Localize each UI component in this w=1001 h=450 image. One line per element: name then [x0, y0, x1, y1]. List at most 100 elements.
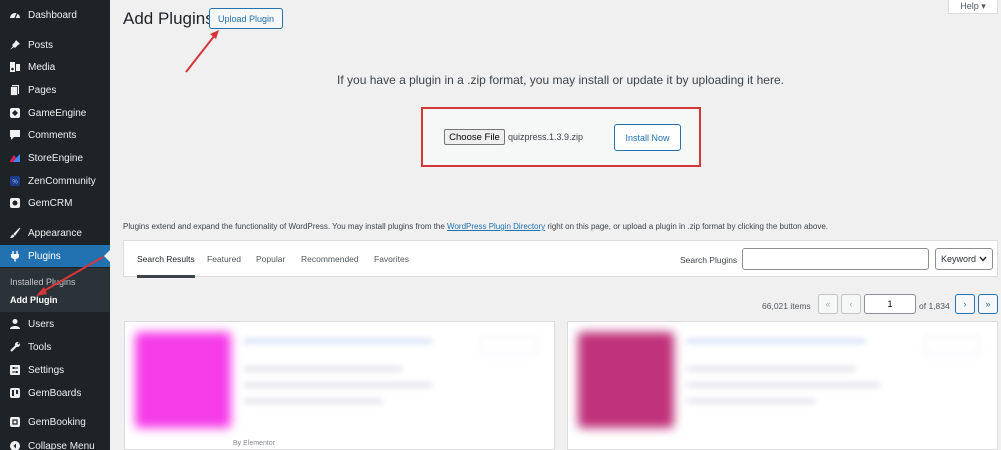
sidebar-item-label: Media: [28, 61, 56, 73]
total-pages: of 1,834: [919, 301, 950, 311]
sidebar-item-label: GemBoards: [28, 387, 82, 399]
install-now-button[interactable]: Install Now: [614, 124, 681, 151]
sidebar-item-media[interactable]: Media: [0, 56, 110, 78]
selected-file-name: quizpress.1.3.9.zip: [508, 132, 584, 142]
tab-recommended[interactable]: Recommended: [301, 254, 359, 264]
sidebar-item-label: Tools: [28, 341, 52, 353]
last-page-button[interactable]: »: [978, 294, 998, 314]
sidebar-item-label: Comments: [28, 129, 77, 141]
tab-featured[interactable]: Featured: [207, 254, 241, 264]
sidebar-item-comments[interactable]: Comments: [0, 124, 110, 146]
sidebar-item-dashboard[interactable]: Dashboard: [0, 4, 110, 26]
gembooking-icon: [8, 415, 22, 429]
sidebar-item-label: GemCRM: [28, 197, 73, 209]
tab-popular[interactable]: Popular: [256, 254, 285, 264]
next-page-button[interactable]: ›: [955, 294, 975, 314]
wrench-icon: [8, 340, 22, 354]
sidebar-item-label: Collapse Menu: [28, 440, 95, 450]
sidebar-item-storeengine[interactable]: StoreEngine: [0, 147, 110, 169]
sidebar-collapse-menu[interactable]: Collapse Menu: [0, 435, 110, 450]
sidebar-item-zencommunity[interactable]: % ZenCommunity: [0, 170, 110, 192]
sidebar-item-label: ZenCommunity: [28, 175, 96, 187]
plugin-thumbnail: [578, 332, 674, 428]
admin-sidebar: Dashboard Posts Media Pages GameEngine C…: [0, 0, 110, 450]
sidebar-item-tools[interactable]: Tools: [0, 336, 110, 358]
plugin-card: [567, 321, 998, 450]
sidebar-item-gemcrm[interactable]: GemCRM: [0, 192, 110, 214]
sidebar-item-label: Posts: [28, 39, 54, 51]
gemcrm-icon: [8, 196, 22, 210]
prev-page-button: ‹: [841, 294, 861, 314]
description-text-before: Plugins extend and expand the functional…: [123, 222, 448, 231]
plugin-directory-link[interactable]: WordPress Plugin Directory: [447, 222, 545, 231]
collapse-icon: [8, 439, 22, 450]
search-type-value: Keyword: [940, 254, 976, 264]
upload-form: Choose File quizpress.1.3.9.zip Install …: [421, 107, 701, 167]
submenu-installed-plugins[interactable]: Installed Plugins: [10, 277, 76, 287]
tab-favorites[interactable]: Favorites: [374, 254, 409, 264]
blurred-text: [243, 366, 403, 372]
current-page-input[interactable]: [864, 294, 916, 314]
blurred-text: [686, 366, 856, 372]
plugins-description: Plugins extend and expand the functional…: [123, 222, 828, 231]
blurred-text: [243, 398, 383, 404]
upload-help-text: If you have a plugin in a .zip format, y…: [337, 73, 784, 87]
choose-file-button[interactable]: Choose File: [444, 129, 505, 145]
svg-text:%: %: [12, 180, 18, 186]
sidebar-item-plugins[interactable]: Plugins: [0, 245, 110, 267]
sidebar-item-label: Users: [28, 318, 55, 330]
plugin-card: By Elementor: [124, 321, 555, 450]
sidebar-item-label: Dashboard: [28, 9, 77, 21]
submenu-add-plugin[interactable]: Add Plugin: [10, 295, 58, 305]
sidebar-item-gameengine[interactable]: GameEngine: [0, 102, 110, 124]
sidebar-item-gembooking[interactable]: GemBooking: [0, 411, 110, 433]
plugin-thumbnail: [135, 332, 231, 428]
sidebar-item-users[interactable]: Users: [0, 313, 110, 335]
blurred-title: [243, 338, 433, 344]
sidebar-item-label: StoreEngine: [28, 152, 84, 164]
annotation-arrow: [185, 30, 219, 73]
plugin-icon: [8, 249, 22, 263]
blurred-text: [243, 382, 433, 388]
media-icon: [8, 60, 22, 74]
blurred-install-button: [924, 336, 980, 356]
blurred-title: [686, 338, 866, 344]
sidebar-item-label: GameEngine: [28, 107, 87, 119]
zencommunity-icon: %: [8, 174, 22, 188]
chevron-down-icon: [979, 254, 987, 264]
tab-search-results[interactable]: Search Results: [137, 254, 195, 278]
user-icon: [8, 317, 22, 331]
blurred-text: [686, 398, 816, 404]
sidebar-item-label: Settings: [28, 364, 65, 376]
sidebar-item-label: Plugins: [28, 250, 61, 262]
sidebar-item-settings[interactable]: Settings: [0, 359, 110, 381]
gemboards-icon: [8, 386, 22, 400]
gameengine-icon: [8, 106, 22, 120]
first-page-button: «: [818, 294, 838, 314]
storeengine-icon: [8, 151, 22, 165]
search-plugins-label: Search Plugins: [680, 255, 738, 265]
help-tab-button[interactable]: Help ▾: [948, 0, 998, 14]
blurred-install-button: [481, 336, 537, 356]
search-type-select[interactable]: Keyword: [935, 248, 993, 270]
pages-icon: [8, 83, 22, 97]
plugin-author: By Elementor: [233, 440, 276, 447]
description-text-after: right on this page, or upload a plugin i…: [545, 222, 828, 231]
plugin-filter-bar: Search Results Featured Popular Recommen…: [123, 240, 998, 278]
sidebar-item-appearance[interactable]: Appearance: [0, 222, 110, 244]
dashboard-icon: [8, 8, 22, 22]
sidebar-item-posts[interactable]: Posts: [0, 34, 110, 56]
upload-plugin-button[interactable]: Upload Plugin: [209, 8, 283, 29]
brush-icon: [8, 226, 22, 240]
pin-icon: [8, 38, 22, 52]
comment-icon: [8, 128, 22, 142]
items-count: 66,021 items: [762, 301, 811, 311]
sidebar-item-label: Appearance: [28, 227, 82, 239]
sidebar-item-gemboards[interactable]: GemBoards: [0, 382, 110, 404]
page-title: Add Plugins: [123, 9, 214, 28]
settings-icon: [8, 363, 22, 377]
search-plugins-input[interactable]: [742, 248, 929, 270]
sidebar-item-pages[interactable]: Pages: [0, 79, 110, 101]
sidebar-item-label: GemBooking: [28, 416, 86, 428]
sidebar-item-label: Pages: [28, 84, 57, 96]
